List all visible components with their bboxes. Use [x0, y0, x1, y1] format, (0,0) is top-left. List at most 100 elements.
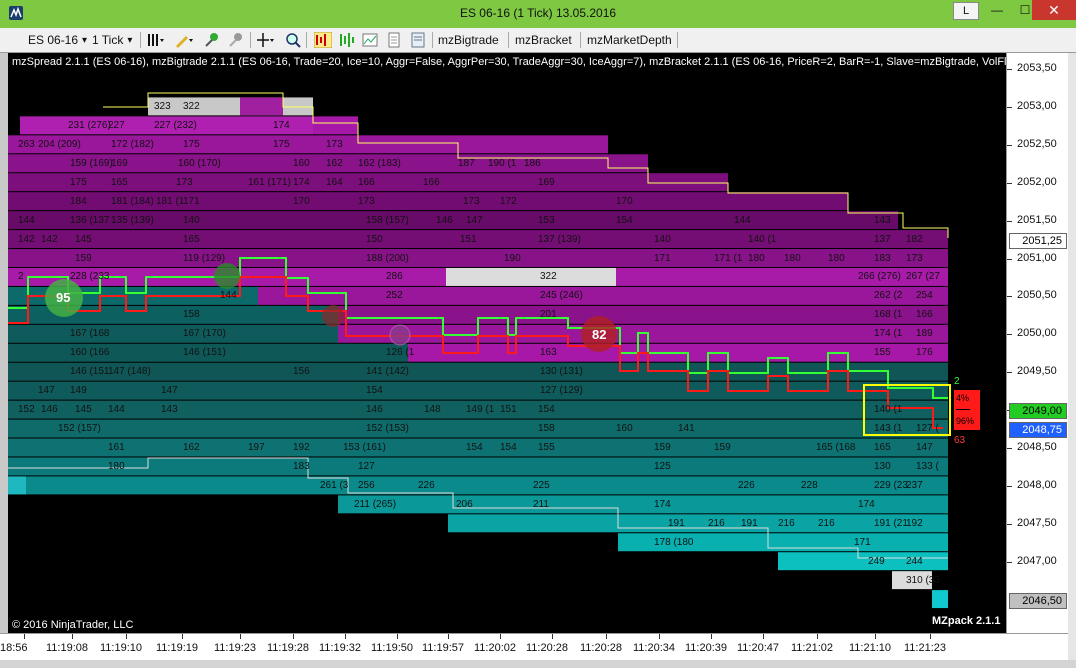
- depth-label: 197: [248, 442, 265, 453]
- depth-label: 192: [293, 442, 310, 453]
- toolbar-separator: [508, 32, 509, 48]
- depth-label: 191: [668, 517, 685, 529]
- depth-band: [8, 419, 948, 438]
- depth-label: 151: [500, 404, 517, 416]
- depth-label: 2: [18, 271, 24, 283]
- data-box-icon[interactable]: [386, 32, 402, 48]
- time-tick: [606, 634, 607, 639]
- time-label: 11:20:34: [633, 642, 676, 654]
- depth-label: 322: [540, 271, 557, 283]
- close-button[interactable]: ✕: [1032, 0, 1076, 20]
- depth-label: 216: [778, 517, 795, 529]
- depth-label: 266 (276): [858, 271, 901, 283]
- chevron-down-icon: ▾: [82, 34, 88, 46]
- depth-label: 141: [678, 423, 695, 435]
- depth-label: 135 (139): [111, 214, 154, 226]
- vertical-scrollbar[interactable]: [1068, 53, 1076, 660]
- zoom-icon[interactable]: [285, 32, 301, 48]
- time-axis[interactable]: 18:56 11:19:08 11:19:10 11:19:19 11:19:23 11:…: [0, 633, 1068, 661]
- time-label: 11:19:23: [214, 642, 257, 654]
- time-label: 11:21:10: [849, 642, 892, 654]
- bracket-percent-top: 4%: [956, 393, 970, 403]
- minimize-button[interactable]: —: [983, 0, 1011, 20]
- depth-label: 159: [654, 442, 671, 453]
- depth-label: 154: [538, 404, 555, 416]
- price-axis[interactable]: 2053,50 2053,00 2052,50 2052,00 2051,50 2051,…: [1006, 53, 1069, 633]
- depth-band: [258, 286, 948, 305]
- bar-type-icon[interactable]: [146, 32, 166, 48]
- crosshair-icon[interactable]: [256, 32, 276, 48]
- depth-label: 154: [500, 442, 517, 453]
- depth-label: 127: [358, 460, 375, 472]
- depth-label: 183: [293, 460, 310, 472]
- bigtrade-circle-icon: [389, 324, 411, 346]
- time-label: 11:19:19: [156, 642, 199, 654]
- depth-label: 159: [714, 442, 731, 453]
- mzbigtrade-button[interactable]: mzBigtrade: [438, 30, 499, 50]
- depth-label: 140: [183, 214, 200, 226]
- depth-label: 174 (1: [874, 328, 903, 340]
- depth-label: 149: [70, 385, 87, 397]
- mzbracket-button[interactable]: mzBracket: [515, 30, 572, 50]
- pin-gray-icon[interactable]: [228, 32, 244, 48]
- depth-label: 256: [358, 479, 375, 491]
- depth-label: 180: [784, 252, 801, 264]
- time-tick: [345, 634, 346, 639]
- depth-label: 191: [741, 517, 758, 529]
- depth-label: 161: [108, 442, 125, 453]
- link-button[interactable]: L: [953, 2, 979, 20]
- depth-label: 168 (1: [874, 309, 903, 321]
- price-label: 2050,50: [1017, 289, 1057, 302]
- chevron-down-icon: ▾: [127, 34, 133, 46]
- depth-label: 137 (139): [538, 233, 581, 245]
- depth-label: 153 (161): [343, 442, 386, 453]
- time-tick: [552, 634, 553, 639]
- depth-label: 187: [458, 157, 475, 169]
- depth-label: 206: [456, 498, 473, 510]
- chart-style-icon[interactable]: [362, 32, 378, 48]
- depth-label: 171 (1: [714, 252, 743, 264]
- pencil-icon[interactable]: [174, 32, 194, 48]
- time-tick: [763, 634, 764, 639]
- depth-label: 146: [366, 404, 383, 416]
- depth-label: 159 (169): [70, 157, 113, 169]
- depth-label: 169: [538, 176, 555, 188]
- chart-panel[interactable]: 323 322 231 (276) 227 227 (232) 174 263 204 (20…: [8, 53, 1006, 633]
- depth-label: 143: [874, 214, 891, 226]
- depth-label: 154: [616, 214, 633, 226]
- mzmarketdepth-button[interactable]: mzMarketDepth: [587, 30, 672, 50]
- depth-band: [8, 230, 948, 249]
- time-label: 11:21:23: [904, 642, 947, 654]
- toolbar-separator: [677, 32, 678, 48]
- pin-green-icon[interactable]: [204, 32, 220, 48]
- depth-label: 183: [874, 252, 891, 264]
- depth-label: 180: [828, 252, 845, 264]
- depth-label: 245 (246): [540, 290, 583, 302]
- bigtrade-label-buy: 95: [56, 290, 71, 305]
- price-marker: 2049,00: [1009, 403, 1067, 420]
- strategies-icon[interactable]: [338, 32, 356, 48]
- depth-band: [338, 305, 948, 324]
- interval-selector[interactable]: 1 Tick ▾: [92, 30, 132, 50]
- depth-label: 159: [75, 252, 92, 264]
- depth-label: 166: [916, 309, 933, 321]
- properties-icon[interactable]: [410, 32, 426, 48]
- depth-label: 174: [654, 498, 671, 510]
- depth-label: 147: [466, 214, 483, 226]
- price-label: 2047,00: [1017, 554, 1057, 567]
- depth-label: 171: [654, 252, 671, 264]
- bigtrade-circle-icon: [214, 263, 240, 289]
- depth-label: 249: [868, 555, 885, 567]
- depth-band: [448, 514, 948, 533]
- depth-label: 140 (1: [748, 233, 777, 245]
- depth-label: 167 (170): [183, 328, 226, 340]
- instrument-selector[interactable]: ES 06-16 ▾: [28, 30, 87, 50]
- indicators-icon[interactable]: [314, 32, 332, 48]
- price-marker: 2046,50: [1009, 592, 1067, 609]
- depth-label: 140: [654, 233, 671, 245]
- depth-label: 204 (209): [38, 138, 81, 150]
- depth-label: 244: [906, 555, 923, 567]
- depth-band: [338, 495, 948, 514]
- time-label: 11:20:47: [737, 642, 780, 654]
- depth-band: [8, 476, 26, 495]
